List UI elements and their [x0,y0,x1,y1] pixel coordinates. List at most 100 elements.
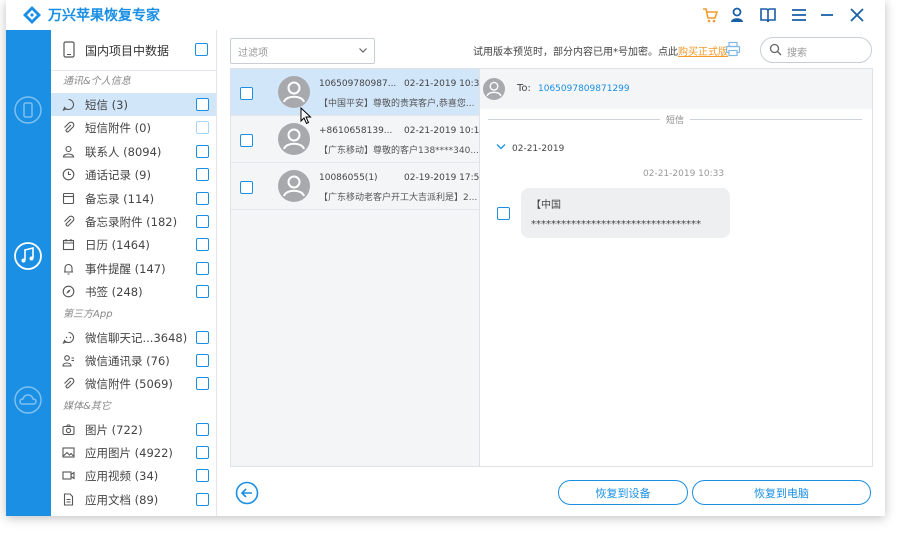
sidebar-item-checkbox[interactable] [196,144,209,158]
contacts-icon [62,355,74,367]
app-logo-icon [23,6,41,24]
cloud-restore-icon[interactable] [12,384,44,416]
clock-icon [62,168,75,181]
printer-icon[interactable] [725,41,741,57]
group-label-personal: 通讯&个人信息 [63,76,131,87]
sidebar-item-reminders[interactable]: 事件提醒 (147) [51,257,216,280]
sidebar-item-photos[interactable]: 图片 (722) [51,418,216,441]
filter-dropdown[interactable]: 过滤项 [230,38,375,64]
sidebar-item-bookmarks[interactable]: 书签 (248) [51,280,216,303]
sidebar-item-checkbox[interactable] [196,238,209,252]
sidebar-item-call-history[interactable]: 通话记录 (9) [51,163,216,186]
sidebar-item-notes[interactable]: 备忘录 (114) [51,187,216,210]
search-input[interactable]: 搜索 [787,44,807,59]
sidebar-item-label: 备忘录附件 (182) [85,214,178,229]
menu-icon[interactable] [790,6,808,24]
message-preview: 【广东移动老客户开工大吉派利是】2... [319,193,478,203]
message-checkbox[interactable] [240,87,253,100]
sidebar-item-wechat-contacts[interactable]: 微信通讯录 (76) [51,349,216,372]
sidebar-item-calendar[interactable]: 日历 (1464) [51,233,216,256]
phone-restore-icon[interactable] [12,94,44,126]
avatar [278,123,310,155]
sidebar-item-label: 通话记录 (9) [85,168,151,183]
camera-icon [62,424,75,435]
sidebar-item-app-documents[interactable]: 应用文档 (89) [51,488,216,511]
sidebar-item-label: 微信聊天记...3648) [85,330,188,345]
mouse-cursor-icon [300,107,312,125]
sidebar-item-label: 应用视频 (34) [85,469,159,484]
sidebar-item-checkbox[interactable] [196,168,209,182]
back-arrow-icon[interactable] [235,481,259,505]
sidebar-item-app-photos[interactable]: 应用图片 (4922) [51,441,216,464]
message-date: 02-21-2019 10:14 [404,126,486,136]
mode-rail [6,30,51,516]
bubble-checkbox[interactable] [497,207,510,220]
sidebar-item-app-videos[interactable]: 应用视频 (34) [51,464,216,487]
sidebar-item-checkbox[interactable] [196,214,209,228]
minimize-icon[interactable] [818,6,836,24]
avatar [483,78,505,100]
sidebar-item-checkbox[interactable] [196,191,209,205]
date-group-toggle[interactable]: 02-21-2019 [496,143,564,154]
sidebar-item-note-attachments[interactable]: 备忘录附件 (182) [51,210,216,233]
message-row[interactable]: +8610658139... 02-21-2019 10:14 【广东移动】尊敬… [231,116,485,163]
message-checkbox[interactable] [240,181,253,194]
sidebar-item-label: 事件提醒 (147) [85,261,166,276]
user-icon[interactable] [728,6,746,24]
sidebar-item-checkbox[interactable] [196,377,209,391]
music-restore-icon[interactable] [12,240,44,272]
bubble-timestamp: 02-21-2019 10:33 [643,169,725,179]
message-sender: 106509780987... [319,79,397,89]
sidebar-item-checkbox[interactable] [196,446,209,460]
phone-icon [63,41,75,58]
sidebar-item-checkbox[interactable] [196,98,209,111]
message-list: 106509780987... 02-21-2019 10:33 【中国平安】尊… [231,69,485,466]
sidebar-item-wechat-attachments[interactable]: 微信附件 (5069) [51,372,216,395]
group-label-media: 媒体&其它 [63,400,111,412]
sidebar-item-label: 短信附件 (0) [85,121,151,136]
sidebar-item-sms-attachments[interactable]: 短信附件 (0) [51,116,216,139]
trial-notice-text: 试用版本预览时，部分内容已用*号加密。点此 [473,47,678,58]
sidebar-item-label: 备忘录 (114) [85,191,155,206]
group-label-third-party: 第三方App [63,308,113,320]
sidebar-item-contacts[interactable]: 联系人 (8094) [51,140,216,163]
sidebar-item-checkbox[interactable] [196,121,209,135]
book-icon[interactable] [759,6,777,24]
sidebar-item-wechat-chats[interactable]: 微信聊天记...3648) [51,326,216,349]
sidebar-item-checkbox[interactable] [196,353,209,367]
close-icon[interactable] [848,6,866,24]
sidebar-item-label: 书签 (248) [85,285,143,300]
compass-icon [62,285,75,298]
sidebar-item-label: 图片 (722) [85,422,143,437]
app-window: 万兴苹果恢复专家 国内项目中数据 通讯&个人信息 短信 (3) 短信附件 (0)… [6,0,885,516]
avatar [278,76,310,108]
sidebar-item-label: 日历 (1464) [85,238,150,253]
sidebar-item-label: 微信附件 (5069) [85,377,173,392]
message-preview: 【广东移动】尊敬的客户138****340... [319,146,479,156]
sidebar-item-checkbox[interactable] [196,285,209,299]
person-icon [62,145,75,158]
search-box[interactable]: 搜索 [760,37,872,63]
restore-to-device-button[interactable]: 恢复到设备 [558,480,688,505]
sidebar-item-checkbox[interactable] [196,492,209,506]
select-all-checkbox[interactable] [195,43,208,56]
cart-icon[interactable] [701,6,719,24]
image-icon [62,447,75,458]
buy-full-version-link[interactable]: 购买正式版 [678,47,728,58]
device-header-label: 国内项目中数据 [85,44,170,58]
bell-icon [64,263,73,275]
sidebar-item-checkbox[interactable] [196,422,209,436]
search-icon [769,43,782,56]
sidebar-item-checkbox[interactable] [196,261,209,275]
message-sender: 10086055(1) [319,173,378,183]
message-checkbox[interactable] [240,134,253,147]
filter-placeholder: 过滤项 [238,48,268,59]
avatar [278,170,310,202]
message-row[interactable]: 106509780987... 02-21-2019 10:33 【中国平安】尊… [231,69,485,116]
message-row[interactable]: 10086055(1) 02-19-2019 17:50 【广东移动老客户开工大… [231,163,485,210]
sidebar-item-sms[interactable]: 短信 (3) [51,93,216,117]
chat-bubble-icon [62,98,75,111]
restore-to-computer-button[interactable]: 恢复到电脑 [692,480,871,505]
sidebar-item-checkbox[interactable] [196,469,209,483]
sidebar-item-checkbox[interactable] [196,330,209,344]
